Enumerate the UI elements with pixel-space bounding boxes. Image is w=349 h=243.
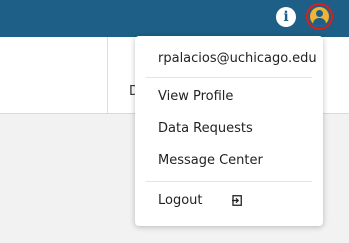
logout-button[interactable]: Logout: [158, 193, 242, 208]
logout-label: Logout: [158, 193, 203, 208]
menu-divider: [146, 77, 312, 78]
user-menu-button[interactable]: [306, 3, 333, 30]
menu-item-data-requests[interactable]: Data Requests: [158, 121, 253, 136]
logout-icon: [232, 195, 242, 206]
info-icon[interactable]: i: [276, 7, 296, 27]
top-navigation-bar: i: [0, 0, 349, 37]
menu-item-view-profile[interactable]: View Profile: [158, 89, 233, 104]
menu-item-message-center[interactable]: Message Center: [158, 153, 263, 168]
panel-divider: [107, 37, 108, 113]
menu-divider: [146, 181, 312, 182]
user-email: rpalacios@uchicago.edu: [158, 51, 317, 66]
user-avatar-icon: [310, 7, 329, 26]
user-dropdown-menu: rpalacios@uchicago.edu View Profile Data…: [135, 36, 323, 226]
